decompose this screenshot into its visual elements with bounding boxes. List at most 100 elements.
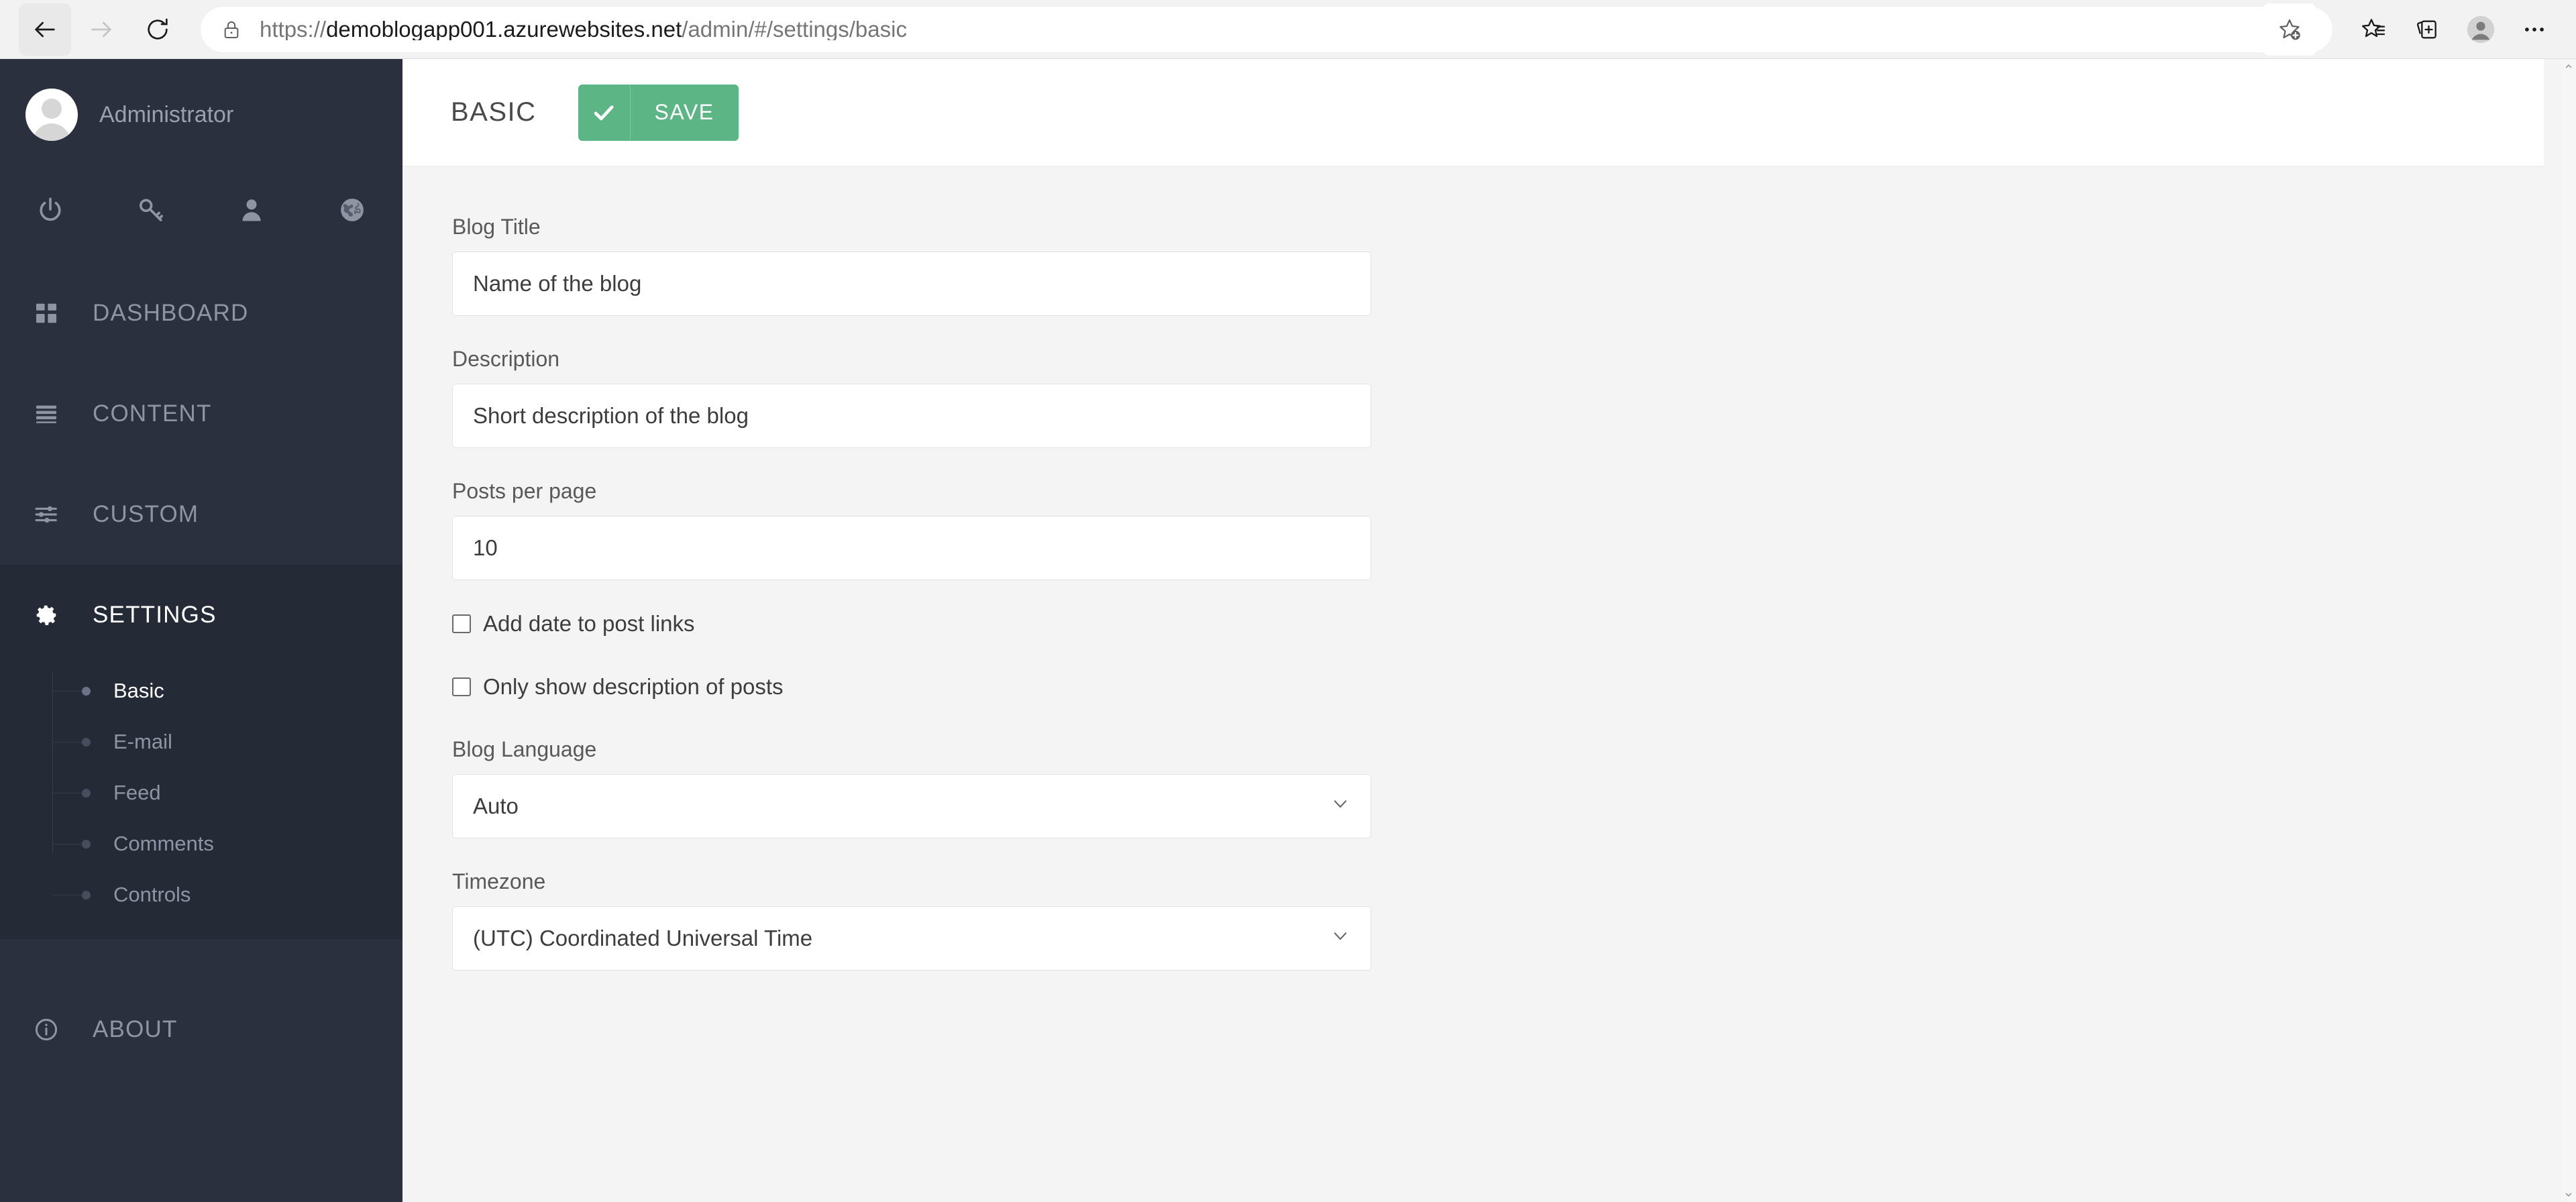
content-header: BASIC SAVE [402, 59, 2544, 166]
sidebar-subitem-label: Controls [113, 883, 191, 906]
select-value: (UTC) Coordinated Universal Time [473, 926, 813, 950]
sidebar-subitem-basic[interactable]: Basic [52, 665, 402, 716]
more-options-button[interactable] [2508, 3, 2561, 56]
field-label: Posts per page [452, 479, 597, 503]
timezone-select[interactable]: (UTC) Coordinated Universal Time [452, 906, 1371, 971]
sidebar-subitem-email[interactable]: E-mail [52, 716, 402, 767]
scroll-down-arrow-icon[interactable] [2561, 1187, 2576, 1202]
add-favorite-icon[interactable] [2263, 3, 2316, 56]
main-content: BASIC SAVE Blog Title Name of the blog D… [402, 59, 2544, 1202]
sidebar-subitem-label: Basic [113, 679, 164, 702]
lock-icon [221, 19, 242, 40]
submenu-bullet [82, 737, 91, 747]
browser-toolbar: https://demoblogapp001.azurewebsites.net… [0, 0, 2576, 59]
info-icon [25, 1017, 67, 1042]
address-bar[interactable]: https://demoblogapp001.azurewebsites.net… [200, 3, 2333, 56]
sidebar-subitem-feed[interactable]: Feed [52, 767, 402, 818]
posts-per-page-input[interactable]: 10 [452, 516, 1371, 580]
reload-button[interactable] [131, 3, 184, 56]
field-label: Timezone [452, 869, 546, 893]
sidebar-subitem-label: Feed [113, 781, 161, 804]
profile-button[interactable] [2454, 3, 2508, 56]
checkbox-row-only-description[interactable]: Only show description of posts [452, 674, 2544, 700]
back-button[interactable] [19, 3, 71, 56]
user-name: Administrator [99, 101, 234, 127]
settings-form: Blog Title Name of the blog Description … [402, 166, 2544, 971]
profile-avatar-icon [2467, 15, 2495, 43]
submenu-branch-line [52, 793, 85, 794]
scroll-up-arrow-icon[interactable] [2561, 59, 2576, 74]
ellipsis-icon [2525, 27, 2544, 32]
avatar [25, 89, 78, 141]
power-icon[interactable] [0, 170, 101, 250]
submenu-bullet [82, 788, 91, 798]
checkbox-label: Only show description of posts [483, 674, 784, 699]
description-input[interactable]: Short description of the blog [452, 384, 1371, 448]
vertical-scrollbar[interactable] [2561, 59, 2576, 1202]
only-description-checkbox[interactable] [452, 677, 471, 696]
gear-icon [25, 602, 67, 628]
sidebar-item-settings[interactable]: SETTINGS [0, 565, 402, 665]
sidebar-item-content[interactable]: CONTENT [0, 364, 402, 464]
field-posts-per-page: Posts per page 10 [452, 479, 2544, 580]
collections-icon [2416, 19, 2436, 39]
forward-button[interactable] [75, 3, 127, 56]
sidebar-submenu: Basic E-mail Feed Comments Controls [0, 665, 402, 920]
field-label: Blog Title [452, 215, 541, 239]
sidebar-item-label: ABOUT [93, 1016, 178, 1042]
submenu-bullet [82, 686, 91, 696]
sidebar-item-dashboard[interactable]: DASHBOARD [0, 263, 402, 364]
sliders-icon [25, 502, 67, 527]
favorites-star-icon [2362, 18, 2385, 37]
sidebar-item-label: SETTINGS [93, 602, 217, 628]
sidebar-item-custom[interactable]: CUSTOM [0, 464, 402, 565]
sidebar-quick-actions [0, 170, 402, 250]
forward-arrow-icon [91, 21, 111, 37]
blog-title-input[interactable]: Name of the blog [452, 252, 1371, 316]
key-icon[interactable] [101, 170, 201, 250]
field-timezone: Timezone (UTC) Coordinated Universal Tim… [452, 869, 2544, 971]
url-path: /admin/#/settings/basic [682, 18, 907, 40]
collections-button[interactable] [2400, 3, 2454, 56]
field-label: Blog Language [452, 737, 597, 761]
sidebar: Administrator DASHBOARD CONTENT CUSTOM S… [0, 59, 402, 1202]
sidebar-subitem-label: E-mail [113, 730, 172, 753]
sidebar-user-block[interactable]: Administrator [0, 59, 402, 170]
user-icon[interactable] [201, 170, 302, 250]
url-text: https://demoblogapp001.azurewebsites.net… [260, 18, 2263, 40]
page-body: Administrator DASHBOARD CONTENT CUSTOM S… [0, 59, 2576, 1202]
sidebar-item-label: DASHBOARD [93, 300, 249, 326]
grid-icon [25, 300, 67, 326]
blog-language-select[interactable]: Auto [452, 774, 1371, 838]
list-icon [25, 401, 67, 427]
sidebar-subitem-controls[interactable]: Controls [52, 869, 402, 920]
sidebar-settings-group: SETTINGS Basic E-mail Feed Comments Cont… [0, 565, 402, 939]
field-label: Description [452, 347, 560, 371]
save-button-label: SAVE [654, 100, 714, 124]
page-title: BASIC [451, 97, 537, 127]
checkbox-label: Add date to post links [483, 611, 695, 636]
reload-icon [148, 18, 168, 40]
favorites-button[interactable] [2347, 3, 2400, 56]
submenu-branch-line [52, 742, 85, 743]
field-description: Description Short description of the blo… [452, 347, 2544, 448]
submenu-branch-line [52, 691, 85, 692]
globe-icon[interactable] [302, 170, 402, 250]
submenu-bullet [82, 890, 91, 899]
sidebar-subitem-label: Comments [113, 832, 214, 855]
sidebar-nav: DASHBOARD CONTENT CUSTOM SETTINGS Basic … [0, 263, 402, 1080]
sidebar-item-about[interactable]: ABOUT [0, 979, 402, 1080]
field-blog-title: Blog Title Name of the blog [452, 215, 2544, 316]
select-value: Auto [473, 794, 519, 818]
add-date-checkbox[interactable] [452, 614, 471, 633]
chevron-down-icon [1330, 794, 1350, 819]
save-button[interactable]: SAVE [578, 84, 739, 141]
submenu-bullet [82, 839, 91, 849]
chevron-down-icon [1330, 926, 1350, 951]
url-host: demoblogapp001.azurewebsites.net [326, 18, 682, 40]
field-blog-language: Blog Language Auto [452, 737, 2544, 838]
sidebar-subitem-comments[interactable]: Comments [52, 818, 402, 869]
url-scheme: https:// [260, 18, 327, 40]
check-icon [578, 84, 631, 141]
checkbox-row-add-date[interactable]: Add date to post links [452, 611, 2544, 637]
